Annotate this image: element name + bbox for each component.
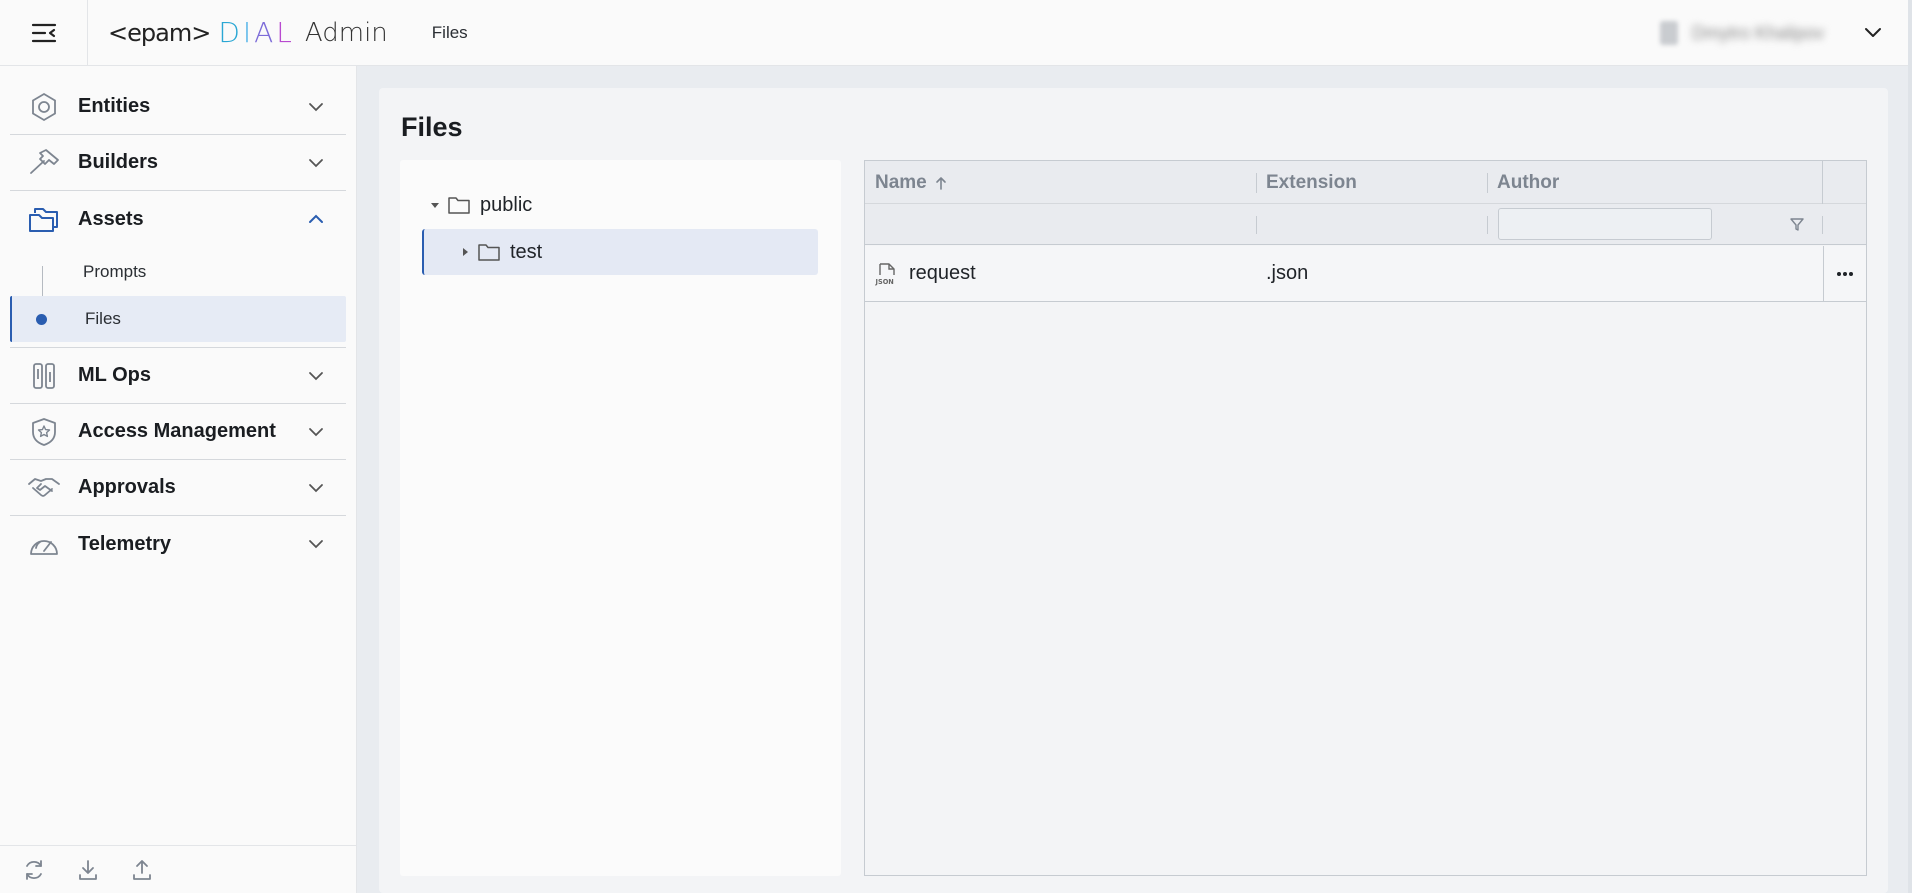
logo-dial-text: DIAL xyxy=(218,16,295,49)
json-file-icon: JSON xyxy=(875,262,899,286)
row-actions-button[interactable] xyxy=(1823,246,1866,301)
gauge-icon xyxy=(26,526,62,562)
tree-node-test[interactable]: test xyxy=(422,229,818,275)
menu-collapse-icon xyxy=(31,23,56,42)
sidebar-subitem-label: Prompts xyxy=(83,262,147,281)
page-scrollbar[interactable] xyxy=(1908,0,1912,893)
column-separator[interactable] xyxy=(1487,173,1488,193)
column-separator xyxy=(1822,161,1823,204)
sidebar-item-label: Telemetry xyxy=(78,532,172,555)
table-header: Name Extension Author xyxy=(865,161,1866,204)
ml-ops-icon xyxy=(26,358,62,394)
cell-name: JSON request xyxy=(875,246,976,301)
folder-tree: public test xyxy=(400,160,841,876)
file-extension: .json xyxy=(1266,262,1309,284)
column-header-label: Name xyxy=(875,171,927,193)
more-horizontal-icon xyxy=(1837,271,1853,276)
sidebar-item-assets[interactable]: Assets xyxy=(10,191,346,247)
column-separator xyxy=(1822,216,1823,234)
hammer-icon xyxy=(26,145,62,181)
sidebar-subitem-files[interactable]: Files xyxy=(10,296,346,342)
chevron-down-icon[interactable] xyxy=(1864,27,1882,39)
sidebar-subitem-label: Files xyxy=(85,309,121,328)
author-filter-input[interactable] xyxy=(1498,208,1712,240)
filter-row xyxy=(865,204,1866,245)
sidebar-item-builders[interactable]: Builders xyxy=(10,135,346,191)
logo-epam-text: <epam> xyxy=(108,18,211,47)
sidebar-item-label: Access Management xyxy=(78,420,276,442)
sidebar: Entities Builders Assets Prompts Files M… xyxy=(0,66,357,893)
hexagon-icon xyxy=(26,89,62,125)
tree-node-public[interactable]: public xyxy=(428,182,808,228)
file-name: request xyxy=(909,262,976,284)
user-name: Dmytro Khalipov xyxy=(1691,22,1824,43)
chevron-down-icon xyxy=(308,483,324,493)
sidebar-item-label: Approvals xyxy=(78,476,176,498)
avatar xyxy=(1659,21,1678,45)
download-icon[interactable] xyxy=(76,858,100,882)
page-title: Files xyxy=(401,112,463,142)
active-indicator-dot xyxy=(36,314,47,325)
chevron-down-icon xyxy=(308,102,324,112)
sidebar-item-label: Builders xyxy=(78,151,159,173)
files-table: Name Extension Author JSON request .json xyxy=(864,160,1867,876)
chevron-down-icon xyxy=(308,158,324,168)
upload-icon[interactable] xyxy=(130,858,154,882)
refresh-icon[interactable] xyxy=(22,858,46,882)
filter-icon[interactable] xyxy=(1789,216,1805,237)
chevron-down-icon xyxy=(308,427,324,437)
files-panel: Files public test Name Extension Author … xyxy=(379,88,1888,893)
folder-icon xyxy=(478,243,500,261)
app-logo[interactable]: <epam> DIAL Admin xyxy=(108,0,388,66)
main-content: Files public test Name Extension Author … xyxy=(357,66,1908,893)
sidebar-item-entities[interactable]: Entities xyxy=(10,79,346,135)
column-separator xyxy=(1256,216,1257,234)
column-header-extension[interactable]: Extension xyxy=(1266,161,1357,204)
table-row[interactable]: JSON request .json xyxy=(865,246,1866,302)
chevron-down-icon xyxy=(308,371,324,381)
handshake-icon xyxy=(26,470,62,506)
user-menu[interactable]: Dmytro Khalipov xyxy=(1659,0,1882,66)
sidebar-item-ml-ops[interactable]: ML Ops xyxy=(10,348,346,404)
shield-star-icon xyxy=(26,414,62,450)
column-separator[interactable] xyxy=(1256,173,1257,193)
sidebar-footer xyxy=(0,845,356,893)
sidebar-subitem-prompts[interactable]: Prompts xyxy=(10,249,346,295)
column-separator xyxy=(1487,216,1488,234)
tree-node-label: test xyxy=(510,240,543,263)
column-header-label: Extension xyxy=(1266,171,1357,193)
column-header-author[interactable]: Author xyxy=(1497,161,1559,204)
sidebar-item-approvals[interactable]: Approvals xyxy=(10,460,346,516)
folder-icon xyxy=(448,196,470,214)
caret-down-icon[interactable] xyxy=(428,201,442,209)
sidebar-item-label: Assets xyxy=(78,207,144,230)
sidebar-item-access-management[interactable]: Access Management xyxy=(10,404,346,460)
caret-right-icon[interactable] xyxy=(458,247,472,257)
sidebar-item-label: Entities xyxy=(78,95,151,117)
column-header-name[interactable]: Name xyxy=(875,161,947,204)
sidebar-item-label: ML Ops xyxy=(78,364,151,386)
sidebar-item-telemetry[interactable]: Telemetry xyxy=(10,516,346,572)
sort-ascending-icon xyxy=(935,176,946,190)
tree-node-label: public xyxy=(480,193,533,216)
folders-icon xyxy=(26,201,62,237)
svg-text:JSON: JSON xyxy=(875,278,894,286)
breadcrumb: Files xyxy=(431,22,468,42)
column-header-label: Author xyxy=(1497,171,1560,193)
menu-toggle-button[interactable] xyxy=(0,0,88,66)
cell-extension: .json xyxy=(1266,246,1308,301)
chevron-down-icon xyxy=(308,539,324,549)
logo-admin-text: Admin xyxy=(304,17,388,48)
chevron-up-icon xyxy=(308,214,324,224)
app-header: <epam> DIAL Admin Files Dmytro Khalipov xyxy=(0,0,1912,66)
